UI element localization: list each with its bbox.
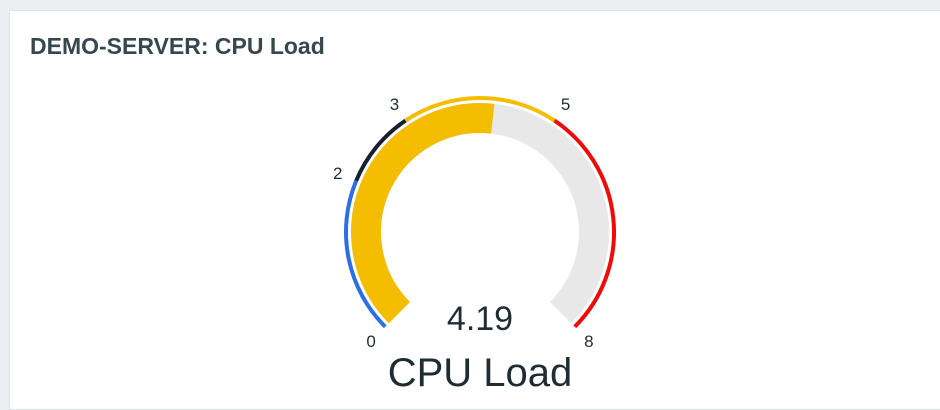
scale-label-5: 5 — [561, 95, 570, 114]
gauge-value: 4.19 — [447, 300, 513, 338]
gauge-description: CPU Load — [388, 351, 573, 395]
cpu-load-gauge: 0 2 3 5 8 4.19 CPU Load — [333, 95, 616, 395]
gauge-value-arc — [351, 103, 495, 324]
scale-label-2: 2 — [333, 164, 342, 183]
scale-label-0: 0 — [366, 332, 375, 351]
scale-label-8: 8 — [584, 332, 593, 351]
scale-label-3: 3 — [390, 95, 399, 114]
